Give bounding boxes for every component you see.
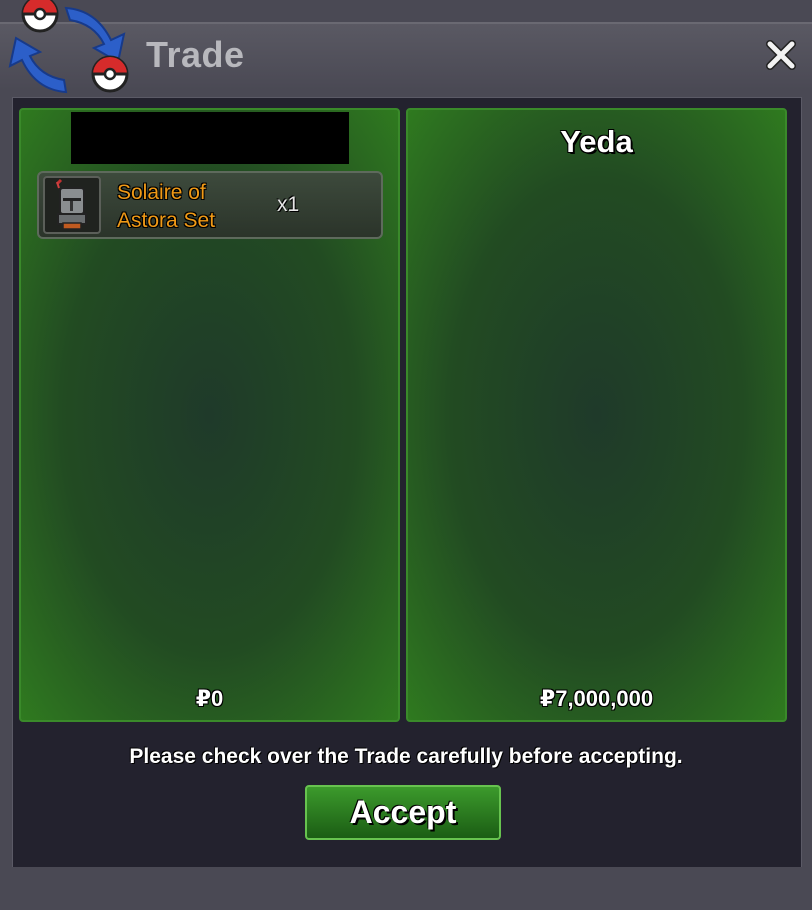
offered-item[interactable]: Solaire of Astora Set x1: [37, 171, 383, 239]
close-icon[interactable]: [764, 38, 798, 72]
partner-offer-panel: Yeda ₽7,000,000: [406, 108, 787, 722]
my-money-offer[interactable]: ₽0: [21, 686, 398, 712]
trade-pokeball-icon: [8, 0, 129, 94]
partner-name: Yeda: [560, 124, 633, 159]
item-name: Solaire of Astora Set: [117, 181, 216, 232]
trade-notice: Please check over the Trade carefully be…: [129, 745, 683, 768]
my-offer-panel[interactable]: Solaire of Astora Set x1 ₽0: [19, 108, 400, 722]
item-quantity: x1: [277, 193, 300, 216]
window-title: Trade: [146, 34, 245, 75]
accept-button[interactable]: Accept: [305, 785, 501, 840]
helmet-icon: [43, 176, 101, 234]
bottom-border: [0, 867, 812, 910]
trade-window: Trade Solaire of Astora Set x1 ₽0 Yeda ₽…: [0, 0, 812, 910]
redacted-player-name: [71, 112, 349, 164]
partner-money-offer: ₽7,000,000: [539, 686, 654, 711]
